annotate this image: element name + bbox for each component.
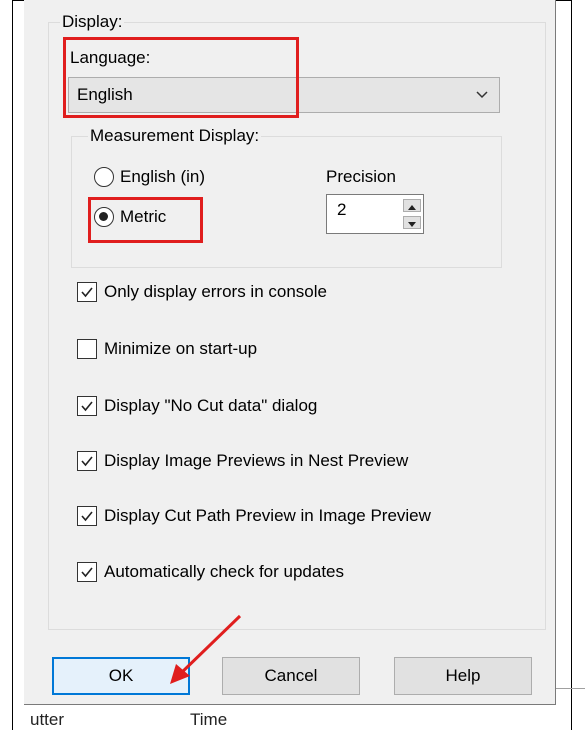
spin-up-button[interactable] [403,199,421,212]
checkbox-cut-path-preview-label[interactable]: Display Cut Path Preview in Image Previe… [104,506,431,526]
checkbox-only-display-errors-label[interactable]: Only display errors in console [104,282,327,302]
checkbox-no-cut-data-dialog[interactable] [77,396,97,416]
checkbox-minimize-on-startup-label[interactable]: Minimize on start-up [104,339,257,359]
checkbox-image-previews-nest-label[interactable]: Display Image Previews in Nest Preview [104,451,408,471]
checkbox-only-display-errors[interactable] [77,282,97,302]
checkmark-icon [81,401,93,412]
chevron-down-icon [476,91,488,99]
checkmark-icon [81,456,93,467]
checkbox-auto-check-updates[interactable] [77,562,97,582]
background-column-header-left: utter [30,710,65,729]
language-highlight-box [63,37,299,118]
background-column-header-right: Time [190,710,228,729]
checkbox-image-previews-nest[interactable] [77,451,97,471]
spin-down-button[interactable] [403,216,421,229]
checkmark-icon [81,511,93,522]
checkmark-icon [81,287,93,298]
triangle-up-icon [408,205,416,210]
help-button[interactable]: Help [394,657,532,695]
measurement-display-label: Measurement Display: [88,126,262,146]
checkmark-icon [81,567,93,578]
precision-value: 2 [337,200,347,219]
checkbox-cut-path-preview[interactable] [77,506,97,526]
radio-english-in[interactable] [94,167,114,187]
triangle-down-icon [408,222,416,227]
radio-english-in-label[interactable]: English (in) [120,167,205,187]
checkbox-no-cut-data-dialog-label[interactable]: Display "No Cut data" dialog [104,396,317,416]
precision-label: Precision [326,167,396,186]
checkbox-auto-check-updates-label[interactable]: Automatically check for updates [104,562,344,582]
metric-highlight-box [88,197,203,243]
display-group-label: Display: [60,12,125,32]
red-arrow-icon [170,614,242,684]
precision-spinner[interactable]: 2 [326,194,424,234]
checkbox-minimize-on-startup[interactable] [77,339,97,359]
